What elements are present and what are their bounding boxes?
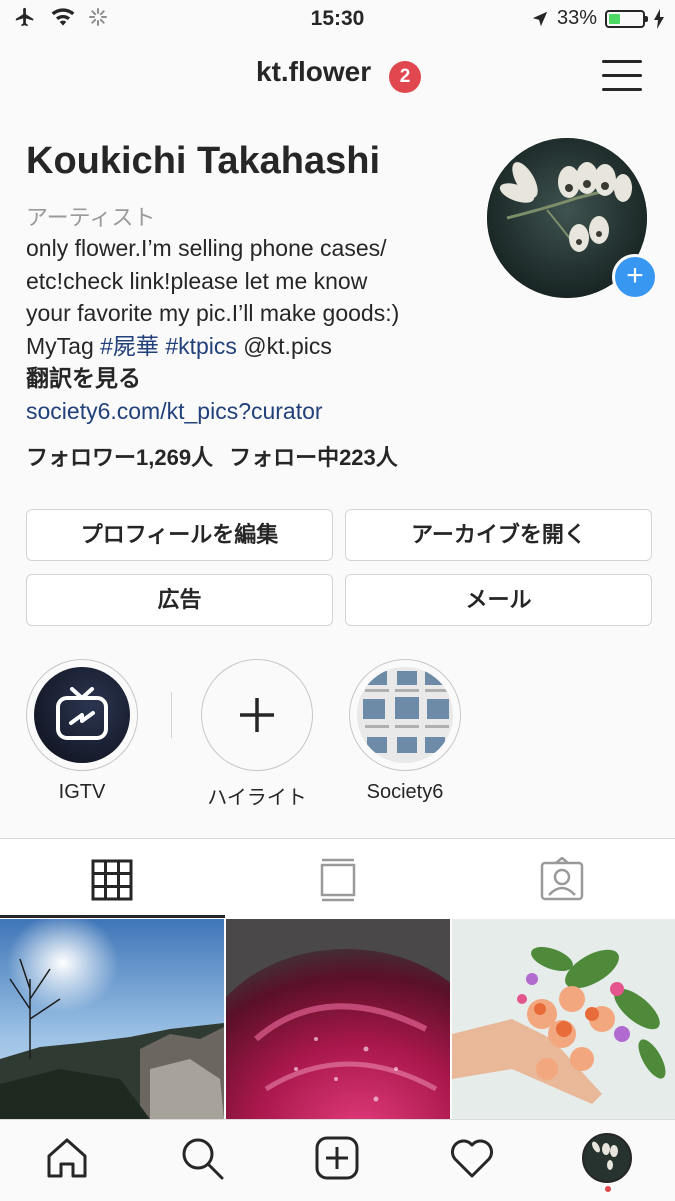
charging-bolt-icon [654,8,664,29]
highlight-label: Society6 [366,781,444,803]
ads-button[interactable]: 広告 [26,574,333,626]
bottom-tab-bar [0,1119,675,1201]
highlight-label: ハイライト [207,787,307,809]
username-switcher[interactable]: kt.flower [256,56,371,88]
feed-view-icon[interactable] [318,857,358,903]
website-link[interactable]: society6.com/kt_pics?curator [26,395,466,428]
hamburger-menu-icon[interactable] [602,60,644,92]
highlights-divider [171,692,172,738]
new-highlight-button[interactable] [201,659,313,771]
active-tab-indicator [0,915,225,918]
bio-line: only flower.I’m selling phone cases/ [26,235,387,261]
grid-view-icon[interactable] [91,859,133,901]
bio-line: MyTag [26,332,101,359]
landscape-photo [0,919,224,1119]
rose-photo [226,919,450,1119]
profile-category: アーティスト [26,205,156,230]
profile-full-name: Koukichi Takahashi [26,140,381,182]
post-thumbnail[interactable] [452,919,675,1119]
highlight-label: IGTV [58,781,106,803]
followers-count[interactable]: フォロワー1,269人 [26,445,213,470]
post-thumbnail[interactable] [226,919,450,1119]
status-bar: 15:30 33% [0,0,675,38]
bio-line: etc!check link!please let me know [26,267,368,294]
highlight-igtv[interactable] [26,659,138,771]
following-count[interactable]: フォロー中223人 [229,445,398,470]
profile-tabs [0,838,675,919]
post-thumbnail[interactable] [0,919,224,1119]
email-button[interactable]: メール [345,574,652,626]
igtv-icon [56,687,108,740]
add-story-plus-icon[interactable]: + [612,254,658,300]
society6-thumbnail [357,667,453,763]
plus-icon [240,698,274,732]
avatar-mini [584,1135,630,1181]
bouquet-photo [452,919,675,1119]
highlight-society6[interactable] [349,659,461,771]
follow-counts: フォロワー1,269人 フォロー中223人 [26,440,398,472]
home-icon[interactable] [43,1134,91,1182]
profile-header: kt.flower [0,48,675,106]
mention-link[interactable]: @kt.pics [237,333,332,359]
bio-line: your favorite my pic.I’ll make goods:) [26,300,400,326]
new-post-icon[interactable] [313,1134,361,1182]
edit-profile-button[interactable]: プロフィールを編集 [26,509,333,561]
see-translation-link[interactable]: 翻訳を見る [26,362,466,395]
notification-badge: 2 [389,61,421,93]
activity-dot [605,1186,611,1192]
battery-percent: 33% [556,7,597,29]
location-arrow-icon [532,11,548,26]
open-archive-button[interactable]: アーカイブを開く [345,509,652,561]
profile-tab-avatar[interactable] [582,1133,632,1183]
battery-icon [605,9,648,28]
search-icon[interactable] [178,1134,226,1182]
tagged-photos-icon[interactable] [540,857,584,901]
heart-icon[interactable] [448,1134,496,1182]
hashtag-link[interactable]: #ktpics [165,333,237,359]
hashtag-link[interactable]: #屍華 [100,333,159,359]
profile-bio: only flower.I’m selling phone cases/ etc… [26,232,466,427]
